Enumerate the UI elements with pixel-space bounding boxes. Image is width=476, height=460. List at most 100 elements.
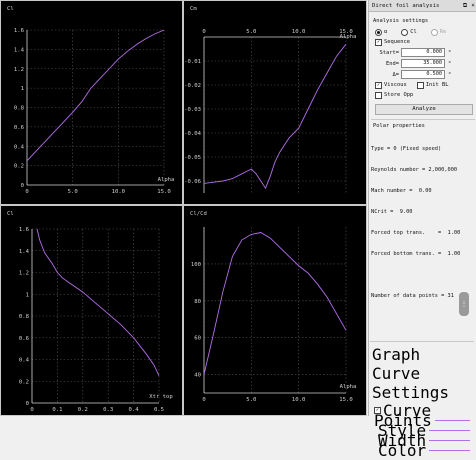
- viscous-label: Viscous: [384, 82, 407, 88]
- color-label: Color: [378, 440, 427, 460]
- y-tick-label: 0.8: [19, 314, 30, 320]
- y-tick-label: 1: [21, 86, 24, 92]
- y-tick-label: -0.02: [184, 83, 201, 89]
- plot-cm-alpha[interactable]: Cm -0.01 -0.02 -0.03 -0.04 -0.05 -0.06 0 5.0 10.0…: [184, 1, 366, 204]
- delta-input[interactable]: 0.500: [401, 70, 445, 79]
- plot-area: Cl 0 0.2 0.4 0.6 0.8 1 1.2 1.4 1.6 0 5.0 10.0 15.0 Alp…: [0, 0, 367, 416]
- y-tick-label: 0.8: [14, 106, 25, 112]
- radio-cl-label: Cl: [410, 29, 417, 35]
- start-input[interactable]: 0.000: [401, 48, 445, 57]
- y-tick-label: 100: [191, 262, 201, 268]
- plot-cl-alpha[interactable]: Cl 0 0.2 0.4 0.6 0.8 1 1.2 1.4 1.6 0 5.0 10.0 15.0 Alp…: [1, 1, 182, 204]
- x-tick-label: 10.0: [112, 189, 125, 195]
- init-bl-checkbox[interactable]: [416, 81, 424, 89]
- x-tick-label: 5.0: [68, 189, 78, 195]
- store-opp-label: Store Opp: [384, 92, 414, 98]
- end-unit: °: [448, 60, 452, 67]
- radio-alpha-label: α: [384, 29, 388, 35]
- y-tick-label: 0: [21, 183, 24, 189]
- polar-properties-text: Type = 0 (Fixed speed) Reynolds number =…: [371, 132, 475, 314]
- y-tick-label: -0.01: [184, 59, 201, 65]
- store-opp-row: Store Opp: [369, 90, 476, 100]
- x-tick-label: 15.0: [157, 189, 170, 195]
- x-tick-label: 0.1: [52, 407, 62, 413]
- polar-line: Forced top trans. = 1.00: [371, 230, 461, 236]
- series-line: [203, 232, 347, 375]
- sequence-checkbox[interactable]: ✓: [375, 38, 382, 46]
- y-tick-label: 0.4: [14, 144, 25, 150]
- x-axis-label: Alpha: [340, 34, 357, 40]
- y-tick-label: 1.2: [14, 67, 24, 73]
- init-bl-label: Init BL: [425, 82, 449, 88]
- chart-clcd-alpha: Cl/Cd 40 60 80 100 0 5.0 10.0 15.0 Alpha: [190, 211, 357, 403]
- y-tick-label: 0.2: [19, 379, 29, 385]
- color-row[interactable]: Color: [368, 441, 476, 460]
- points-line: [434, 419, 470, 421]
- chart-title: Cl: [7, 6, 14, 12]
- chart-title: Cl/Cd: [190, 211, 207, 217]
- chart-cl-xtr: Cl 0 0.2 0.4 0.6 0.8 1 1.2 1.4 1.6 0 0.1 0.2 0.3 0.4 0.…: [7, 211, 173, 413]
- sequence-label: Sequence: [384, 39, 410, 45]
- y-tick-label: 0.2: [14, 164, 24, 170]
- y-tick-label: -0.04: [184, 131, 201, 137]
- analyze-button[interactable]: Analyze: [375, 104, 473, 115]
- x-tick-label: 0.3: [103, 407, 113, 413]
- x-tick-label: 0: [25, 189, 28, 195]
- radio-cl[interactable]: [401, 28, 409, 36]
- y-tick-label: -0.06: [184, 179, 201, 185]
- style-line: [429, 429, 470, 431]
- x-tick-label: 0.4: [129, 407, 140, 413]
- y-tick-label: 1.2: [19, 271, 29, 277]
- x-tick-label: 0.2: [78, 407, 88, 413]
- y-tick-label: 40: [194, 373, 201, 379]
- radio-re[interactable]: [430, 28, 438, 36]
- viscous-row: ✓ Viscous Init BL: [369, 80, 476, 90]
- x-tick-label: 0: [202, 29, 205, 35]
- x-axis-label: Xtr top: [149, 394, 173, 400]
- y-tick-label: 1.6: [14, 28, 24, 34]
- polar-line: [371, 272, 475, 279]
- radio-re-label: Re: [439, 29, 447, 35]
- series-line: [203, 43, 347, 190]
- close-icon[interactable]: ×: [469, 2, 476, 9]
- y-tick-label: 80: [194, 299, 201, 305]
- delta-label: Δ=: [392, 71, 400, 78]
- y-tick-label: 0.6: [14, 125, 24, 131]
- x-tick-label: 0.5: [154, 407, 164, 413]
- analysis-mode-row: α Cl Re: [369, 27, 476, 37]
- viscous-checkbox[interactable]: ✓: [375, 81, 382, 89]
- sequence-row: ✓ Sequence: [369, 37, 476, 47]
- delta-unit: °: [448, 71, 452, 78]
- polar-properties-title: Polar properties: [373, 123, 425, 129]
- separator: [371, 119, 475, 120]
- analysis-settings-title: Analysis settings: [373, 18, 429, 24]
- x-axis-label: Alpha: [340, 384, 357, 390]
- separator: [370, 341, 474, 342]
- x-tick-label: 0: [30, 407, 33, 413]
- start-row: Start= 0.000 °: [369, 47, 476, 58]
- color-line: [429, 449, 470, 451]
- end-input[interactable]: 35.000: [401, 59, 445, 68]
- store-opp-checkbox[interactable]: [375, 91, 382, 99]
- plot-clcd-alpha[interactable]: Cl/Cd 40 60 80 100 0 5.0 10.0 15.0 Alpha: [184, 206, 366, 415]
- radio-alpha[interactable]: [375, 28, 382, 36]
- y-tick-label: 1.6: [19, 227, 29, 233]
- start-unit: °: [448, 49, 452, 56]
- panel-resize-handle[interactable]: ⋮: [459, 292, 469, 316]
- float-icon[interactable]: ⧉: [461, 2, 469, 10]
- chart-cl-alpha: Cl 0 0.2 0.4 0.6 0.8 1 1.2 1.4 1.6 0 5.0 10.0 15.0 Alp…: [7, 6, 174, 195]
- graph-curve-settings: Graph Curve Settings ✓ Curve Points Style…: [368, 338, 476, 460]
- y-tick-label: -0.05: [184, 155, 201, 161]
- y-tick-label: 0.6: [19, 336, 29, 342]
- polar-line: Reynolds number = 2,000,000: [371, 167, 458, 173]
- y-tick-label: 1.4: [14, 47, 25, 53]
- y-tick-label: 60: [194, 336, 201, 342]
- start-label: Start=: [379, 49, 399, 56]
- x-tick-label: 10.0: [292, 29, 305, 35]
- polar-line: Forced bottom trans. = 1.00: [371, 251, 461, 257]
- x-tick-label: 5.0: [246, 29, 256, 35]
- x-tick-label: 15.0: [339, 397, 352, 403]
- x-tick-label: 0: [202, 397, 205, 403]
- plot-cl-xtr[interactable]: Cl 0 0.2 0.4 0.6 0.8 1 1.2 1.4 1.6 0 0.1 0.2 0.3 0.4 0.…: [1, 206, 182, 415]
- end-label: End=: [386, 60, 399, 67]
